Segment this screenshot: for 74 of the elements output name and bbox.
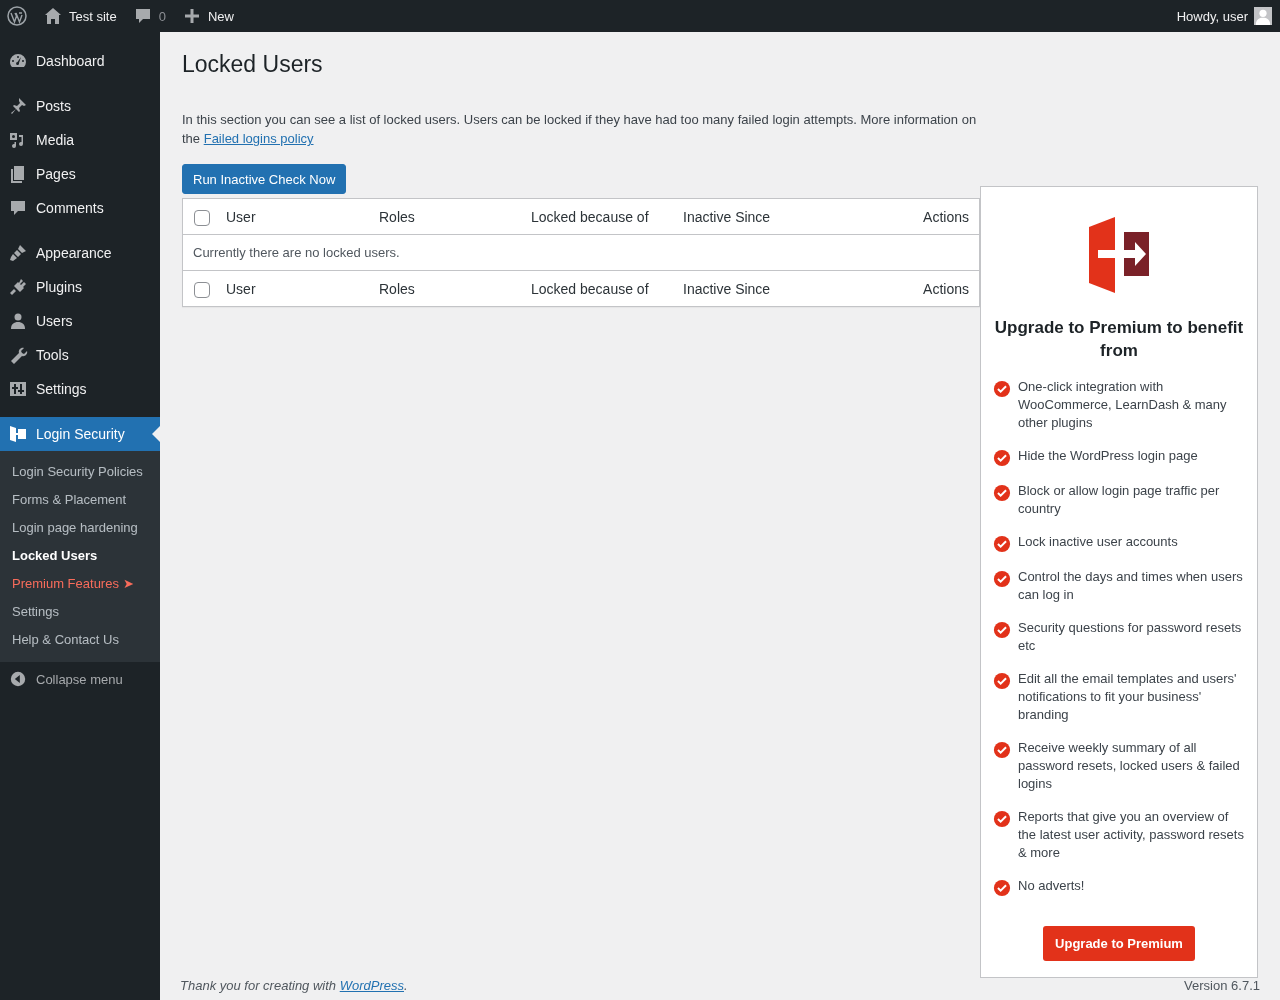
submenu-item[interactable]: Login page hardening <box>0 514 160 542</box>
home-icon <box>43 6 63 26</box>
checkmark-icon <box>993 380 1011 398</box>
checkmark-icon <box>993 484 1011 502</box>
column-header[interactable]: Actions <box>923 208 969 225</box>
feature-text: Hide the WordPress login page <box>1018 447 1198 465</box>
column-header[interactable]: User <box>226 280 379 297</box>
column-header[interactable]: Locked because of <box>531 208 683 225</box>
checkmark-icon <box>993 741 1011 759</box>
feature-text: One-click integration with WooCommerce, LearnDash & many other plugins <box>1018 378 1228 432</box>
run-check-button[interactable]: Run Inactive Check Now <box>182 164 347 194</box>
menu-item[interactable]: Plugins <box>0 270 160 304</box>
upgrade-button[interactable]: Upgrade to Premium <box>1043 926 1195 961</box>
submenu-item[interactable]: Settings <box>0 598 160 626</box>
door-arrow-icon <box>8 424 28 444</box>
account-link[interactable]: Howdy, user <box>1168 0 1280 32</box>
menu-item[interactable]: Users <box>0 304 160 338</box>
submenu-item[interactable]: Help & Contact Us <box>0 626 160 654</box>
column-header[interactable]: Locked because of <box>531 280 683 297</box>
checkmark-icon <box>993 535 1011 553</box>
feature-text: Block or allow login page traffic per country <box>1018 482 1221 518</box>
menu-item[interactable]: Login Security <box>0 417 160 451</box>
submenu-item[interactable]: Premium Features ➤ <box>0 570 160 598</box>
wordpress-link[interactable]: WordPress <box>339 978 404 993</box>
feature-text: Edit all the email templates and users' notifications to fit your business' branding <box>1018 670 1238 724</box>
menu-item[interactable]: Pages <box>0 157 160 191</box>
column-header[interactable]: User <box>226 208 379 225</box>
checkmark-icon <box>993 570 1011 588</box>
feature-text: No adverts! <box>1018 877 1085 895</box>
new-link[interactable]: New <box>173 0 242 32</box>
speech-bubble-icon <box>8 198 28 218</box>
feature-text: Control the days and times when users can log in <box>1018 568 1244 604</box>
collapse-menu-button[interactable]: Collapse menu <box>0 662 160 696</box>
menu-item[interactable]: Comments <box>0 191 160 225</box>
checkmark-icon <box>993 879 1011 897</box>
checkmark-icon <box>993 621 1011 639</box>
menu-item[interactable]: Appearance <box>0 236 160 270</box>
submenu-item[interactable]: Locked Users <box>0 542 160 570</box>
select-all-checkbox[interactable] <box>194 281 210 298</box>
version-text: Version 6.7.1 <box>1184 978 1260 993</box>
feature-text: Security questions for password resets etc <box>1018 619 1243 655</box>
checkmark-icon <box>993 672 1011 690</box>
submenu-item[interactable]: Login Security Policies <box>0 458 160 486</box>
submenu-item[interactable]: Forms & Placement <box>0 486 160 514</box>
column-header[interactable]: Roles <box>379 280 531 297</box>
feature-text: Receive weekly summary of all password resets, locked users & failed logins <box>1018 739 1241 793</box>
column-header[interactable]: Inactive Since <box>683 208 924 225</box>
column-header[interactable]: Inactive Since <box>683 280 924 297</box>
footer-thanks-text: Thank you for creating with WordPress. <box>180 978 408 993</box>
description-text: In this section you can see a list of locked users. Users can be locked if they have had too many failed login attempts. More information on the Failed logins policy <box>182 111 978 148</box>
page-title: Locked Users <box>182 51 324 78</box>
checkmark-icon <box>993 449 1011 467</box>
plug-icon <box>8 277 28 297</box>
menu-item[interactable]: Dashboard <box>0 44 160 78</box>
select-all-checkbox[interactable] <box>194 209 210 226</box>
site-link[interactable]: Test site <box>35 0 125 32</box>
checkmark-icon <box>993 810 1011 828</box>
sliders-icon <box>8 379 28 399</box>
policy-link[interactable]: Failed logins policy <box>203 131 314 146</box>
feature-text: Reports that give you an overview of the latest user activity, password resets & more <box>1018 808 1245 862</box>
paintbrush-icon <box>8 243 28 263</box>
menu-item[interactable]: Media <box>0 123 160 157</box>
comments-link[interactable]: 0 <box>124 0 174 32</box>
avatar-icon <box>1254 7 1272 25</box>
column-header[interactable]: Roles <box>379 208 531 225</box>
empty-message: Currently there are no locked users. <box>192 245 400 260</box>
menu-item[interactable]: Posts <box>0 89 160 123</box>
menu-item[interactable]: Settings <box>0 372 160 406</box>
column-header[interactable]: Actions <box>923 280 969 297</box>
wordpress-logo-icon[interactable] <box>7 6 27 26</box>
menu-item[interactable]: Tools <box>0 338 160 372</box>
user-icon <box>8 311 28 331</box>
feature-text: Lock inactive user accounts <box>1018 533 1178 551</box>
panel-heading: Upgrade to Premium to benefit from <box>993 317 1245 362</box>
